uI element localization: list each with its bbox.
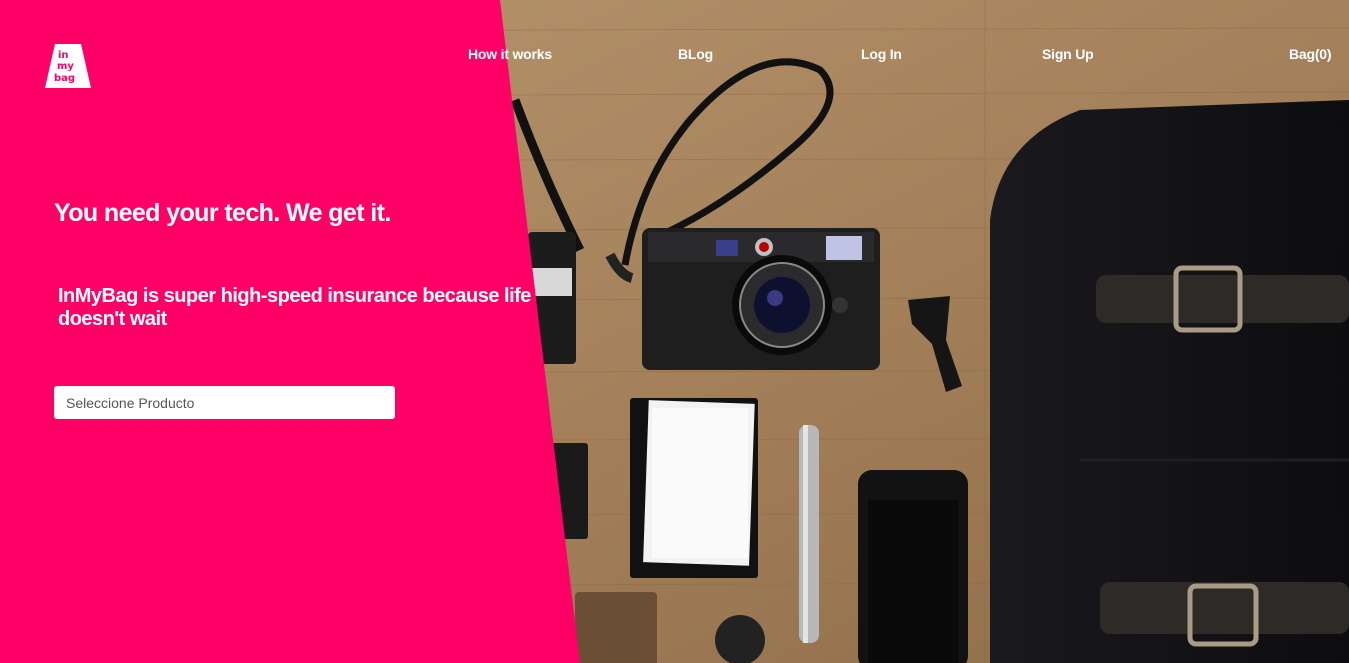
product-select-placeholder: Seleccione Producto (66, 394, 195, 411)
svg-text:my: my (57, 61, 74, 72)
nav-signup[interactable]: Sign Up (1042, 46, 1094, 62)
nav-how-it-works[interactable]: How it works (468, 46, 552, 62)
landing-page: in my bag How it works BLog Log In Sign … (0, 0, 1349, 663)
nav-blog[interactable]: BLog (678, 46, 713, 62)
nav-bag[interactable]: Bag(0) (1289, 46, 1332, 62)
hero-subheadline: InMyBag is super high-speed insurance be… (58, 285, 531, 330)
brand-logo[interactable]: in my bag (45, 44, 91, 88)
svg-text:in: in (58, 50, 69, 61)
nav-login[interactable]: Log In (861, 46, 902, 62)
logo-icon: in my bag (45, 44, 91, 88)
product-select[interactable]: Seleccione Producto (54, 386, 395, 419)
hero-headline: You need your tech. We get it. (54, 199, 391, 227)
svg-text:bag: bag (54, 73, 75, 84)
